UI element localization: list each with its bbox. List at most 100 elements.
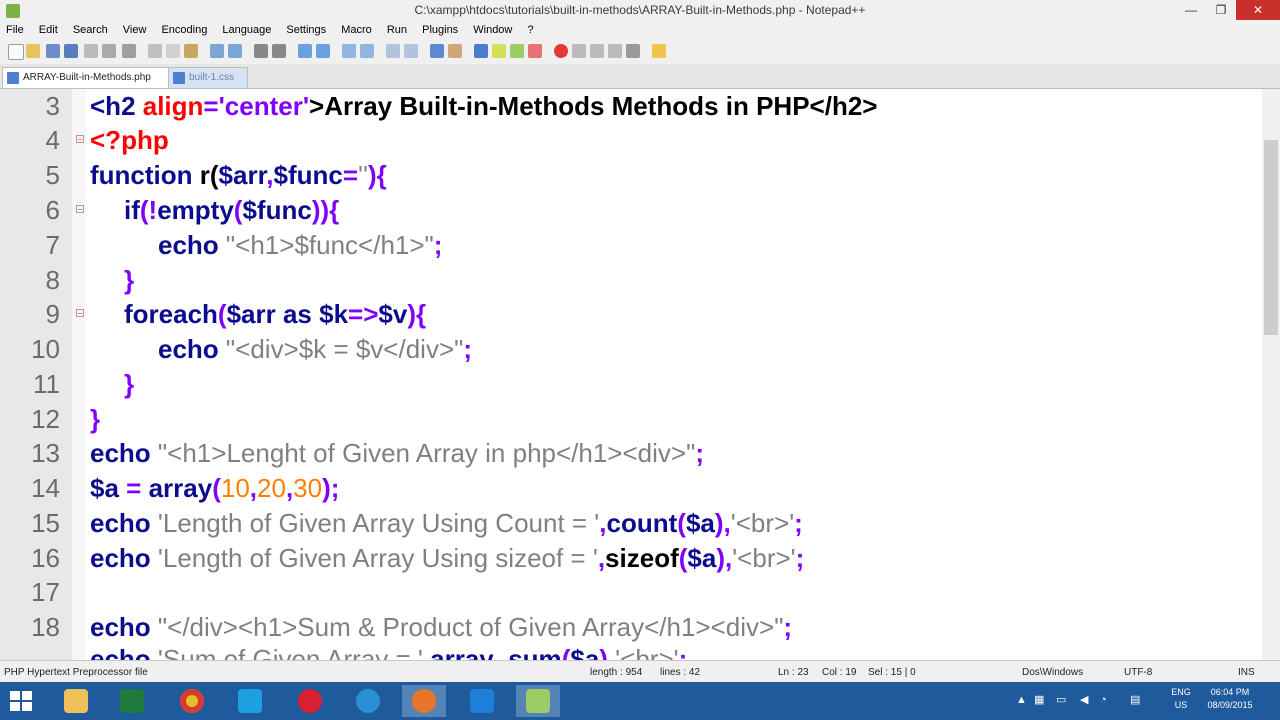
code-line: 14 $a = array(10,20,30); — [0, 471, 1262, 505]
menu-search[interactable]: Search — [67, 22, 114, 36]
print-icon[interactable] — [122, 44, 136, 58]
tab-array-built-in-methods[interactable]: ARRAY-Built-in-Methods.php ✕ — [2, 67, 170, 103]
opera-taskbar-icon[interactable] — [288, 685, 332, 717]
code-line: 3 <h2 align='center'>Array Built-in-Meth… — [0, 89, 1262, 123]
code-line: 11 } — [0, 367, 1262, 401]
code-editor[interactable]: 3 <h2 align='center'>Array Built-in-Meth… — [0, 89, 1262, 660]
status-lines: lines : 42 — [660, 667, 701, 678]
maximize-button[interactable]: ❐ — [1206, 0, 1236, 20]
chrome-taskbar-icon[interactable] — [170, 685, 214, 717]
tray-volume-icon[interactable]: ◀ — [1080, 694, 1088, 707]
internet-explorer-taskbar-icon[interactable] — [346, 685, 390, 717]
zoom-in-icon[interactable] — [298, 44, 312, 58]
status-length: length : 954 — [590, 667, 643, 678]
stop-macro-icon[interactable] — [572, 44, 586, 58]
code-text: echo 'Length of Given Array Using Count … — [90, 508, 803, 538]
indent-guide-icon[interactable] — [430, 44, 444, 58]
line-number: 15 — [31, 508, 60, 538]
doc-map-icon[interactable] — [474, 44, 488, 58]
function-list-icon[interactable] — [492, 44, 506, 58]
code-text: echo "<h1>$func</h1>"; — [158, 230, 443, 260]
menu-encoding[interactable]: Encoding — [155, 22, 213, 36]
menu-settings[interactable]: Settings — [280, 22, 332, 36]
spell-check-icon[interactable] — [652, 44, 666, 58]
minimize-button[interactable]: — — [1176, 0, 1206, 20]
clock-time: 06:04 PM — [1210, 687, 1250, 697]
open-file-icon[interactable] — [26, 44, 40, 58]
skype-taskbar-icon[interactable] — [228, 685, 272, 717]
lang-icon[interactable] — [448, 44, 462, 58]
notepadpp-taskbar-icon[interactable] — [516, 685, 560, 717]
monitor-icon[interactable] — [528, 44, 542, 58]
menu-window[interactable]: Window — [467, 22, 518, 36]
menu-view[interactable]: View — [117, 22, 153, 36]
menu-file[interactable]: File — [0, 22, 30, 36]
menu-language[interactable]: Language — [216, 22, 277, 36]
redo-icon[interactable] — [228, 44, 242, 58]
tray-arrow-icon[interactable]: ▲ — [1016, 694, 1027, 707]
code-text: <?php — [90, 125, 169, 155]
save-macro-icon[interactable] — [626, 44, 640, 58]
fold-marker-icon[interactable] — [76, 135, 84, 143]
line-number: 6 — [45, 195, 60, 225]
excel-taskbar-icon[interactable] — [110, 685, 154, 717]
region-code: US — [1174, 700, 1188, 710]
zoom-out-icon[interactable] — [316, 44, 330, 58]
line-number: 3 — [45, 91, 60, 121]
line-number: 11 — [33, 369, 60, 399]
start-button[interactable] — [10, 691, 32, 711]
close-all-icon[interactable] — [102, 44, 116, 58]
clock[interactable]: 06:04 PM 08/09/2015 — [1200, 686, 1260, 712]
fold-marker-icon[interactable] — [76, 205, 84, 213]
tray-battery-icon[interactable]: ▭ — [1056, 694, 1066, 707]
new-file-icon[interactable] — [8, 44, 24, 60]
fold-marker-icon[interactable] — [76, 309, 84, 317]
language-indicator[interactable]: ENG US — [1166, 686, 1196, 712]
file-explorer-taskbar-icon[interactable] — [54, 685, 98, 717]
all-chars-icon[interactable] — [404, 44, 418, 58]
line-number: 4 — [45, 125, 60, 155]
menu-edit[interactable]: Edit — [33, 22, 64, 36]
cut-icon[interactable] — [148, 44, 162, 58]
sync-h-icon[interactable] — [360, 44, 374, 58]
menu-plugins[interactable]: Plugins — [416, 22, 464, 36]
status-sel: Sel : 15 | 0 — [868, 667, 916, 678]
save-icon[interactable] — [46, 44, 60, 58]
close-file-icon[interactable] — [84, 44, 98, 58]
code-text: echo "</div><h1>Sum & Product of Given A… — [90, 612, 793, 642]
scrollbar-thumb[interactable] — [1264, 140, 1278, 335]
code-line: 5 function r($arr,$func=''){ — [0, 158, 1262, 192]
dropbox-taskbar-icon[interactable] — [460, 685, 504, 717]
code-text: foreach($arr as $k=>$v){ — [124, 299, 427, 329]
wrap-icon[interactable] — [386, 44, 400, 58]
play-macro-icon[interactable] — [590, 44, 604, 58]
title-bar: C:\xampp\htdocs\tutorials\built-in-metho… — [0, 0, 1280, 23]
replace-icon[interactable] — [272, 44, 286, 58]
tray-wifi-icon[interactable]: ◔ — [1100, 694, 1107, 707]
close-button[interactable]: ✕ — [1236, 0, 1280, 20]
tab-built-1-css[interactable]: built-1.css ✕ — [168, 67, 248, 103]
menu-run[interactable]: Run — [381, 22, 413, 36]
firefox-taskbar-icon[interactable] — [402, 685, 446, 717]
record-macro-icon[interactable] — [554, 44, 568, 58]
code-line: 13 echo "<h1>Lenght of Given Array in ph… — [0, 436, 1262, 470]
save-all-icon[interactable] — [64, 44, 78, 58]
tab-bar: ARRAY-Built-in-Methods.php ✕ built-1.css… — [0, 64, 1280, 103]
undo-icon[interactable] — [210, 44, 224, 58]
line-number: 14 — [31, 473, 60, 503]
paste-icon[interactable] — [184, 44, 198, 58]
copy-icon[interactable] — [166, 44, 180, 58]
run-macro-multiple-icon[interactable] — [608, 44, 622, 58]
find-icon[interactable] — [254, 44, 268, 58]
php-file-icon — [7, 72, 19, 84]
folder-workspace-icon[interactable] — [510, 44, 524, 58]
code-line: 12 } — [0, 402, 1262, 436]
code-line: echo 'Sum of Given Array = ',array_sum($… — [0, 642, 1262, 660]
menu-help[interactable]: ? — [521, 22, 539, 36]
status-col: Col : 19 — [822, 667, 857, 678]
menu-macro[interactable]: Macro — [335, 22, 378, 36]
tray-network-icon[interactable]: ▦ — [1034, 694, 1044, 707]
sync-v-icon[interactable] — [342, 44, 356, 58]
lang-code: ENG — [1171, 687, 1191, 697]
tray-message-icon[interactable]: ▤ — [1130, 694, 1140, 707]
